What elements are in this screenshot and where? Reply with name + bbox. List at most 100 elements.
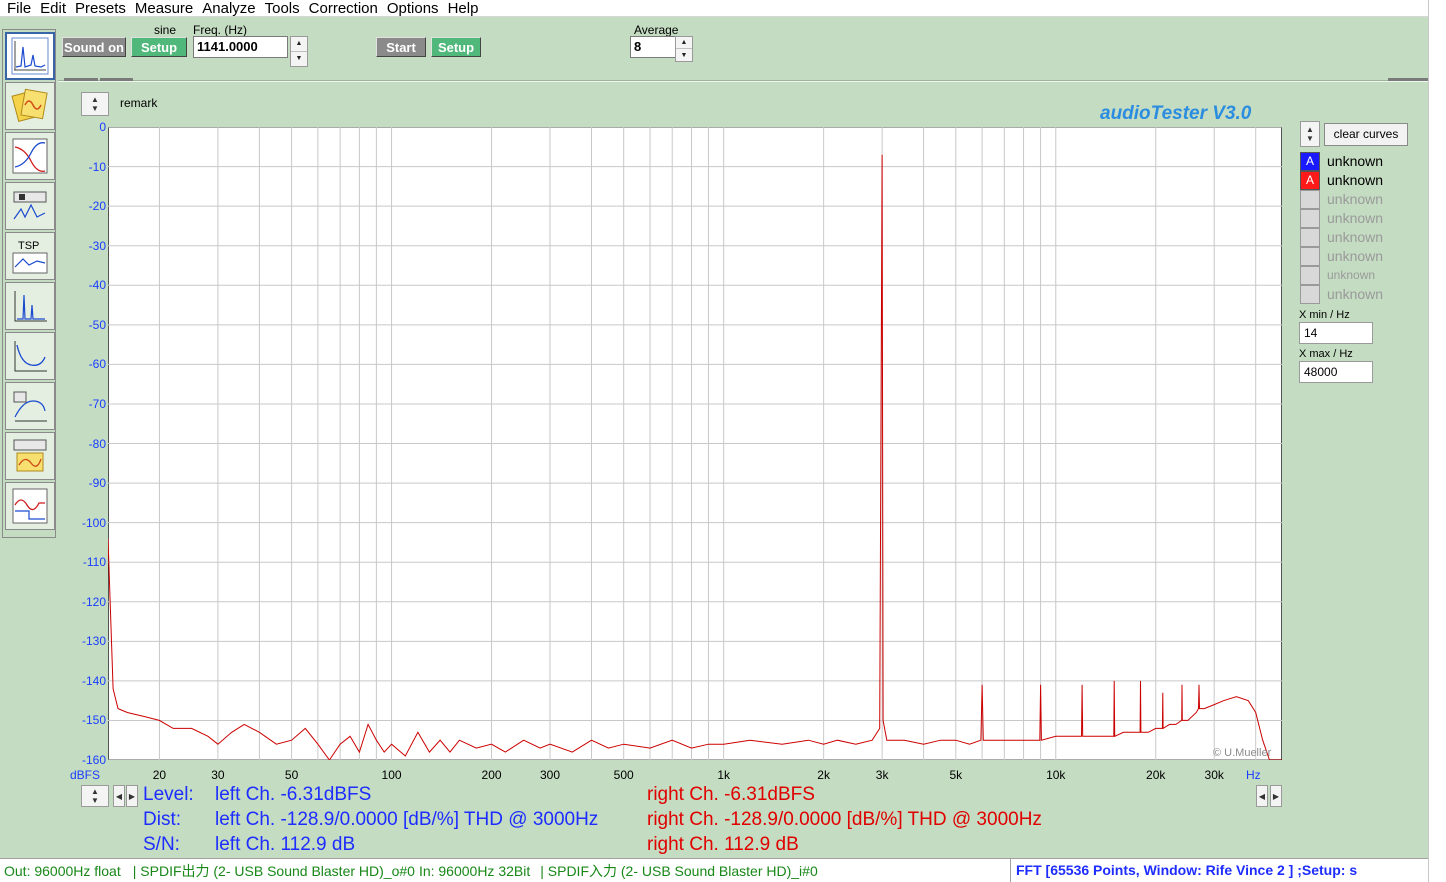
generator-setup-button[interactable]: Setup [131,37,187,57]
curve-color-box[interactable] [1300,209,1320,228]
menu-tools[interactable]: Tools [265,0,300,17]
curve-color-box[interactable] [1300,266,1320,285]
status-input-device: | SPDIF入力 (2- USB Sound Blaster HD)_i#0 [540,862,818,879]
distortion-sweep-tool-button[interactable] [5,332,55,380]
y-tick-label: -40 [88,278,106,293]
spin-down-icon[interactable]: ▼ [676,49,692,61]
spin-up-icon[interactable]: ▲ [291,37,307,52]
curve-list-spinner[interactable]: ▲ ▼ [1300,121,1320,147]
y-tick-label: -110 [82,555,106,570]
step-response-tool-button[interactable] [5,482,55,530]
remark-spinner[interactable]: ▲ ▼ [81,92,109,116]
curve-row[interactable]: unknown [1300,190,1410,209]
menu-bar: File Edit Presets Measure Analyze Tools … [0,0,1428,17]
menu-presets[interactable]: Presets [75,0,126,17]
y-tick-label: -60 [88,357,106,372]
scroll-right-icon[interactable]: ▶ [126,785,138,807]
frequency-input[interactable]: 1141.0000 [193,36,288,58]
spectrum-tool-button[interactable] [5,32,55,80]
level-right-value: right Ch. -6.31dBFS [647,784,815,805]
sound-on-button[interactable]: Sound on [62,37,126,57]
average-input[interactable]: 8 [630,36,676,58]
menu-correction[interactable]: Correction [309,0,378,17]
frequency-label: Freq. (Hz) [193,23,247,37]
curve-row[interactable]: unknown [1300,247,1410,266]
spin-up-icon[interactable]: ▲ [91,787,99,796]
menu-measure[interactable]: Measure [135,0,193,17]
toolbar-splitter-handle[interactable] [64,78,98,81]
curve-color-box[interactable] [1300,247,1320,266]
toolbar-splitter-handle[interactable] [100,78,133,81]
y-tick-label: -100 [81,515,106,530]
menu-file[interactable]: File [7,0,31,17]
curve-row[interactable]: unknown [1300,266,1410,285]
y-tick-label: -20 [88,199,106,214]
average-spinner[interactable]: ▲ ▼ [675,36,693,62]
toolbar-splitter-handle[interactable] [1388,78,1428,81]
curve-row[interactable]: unknown [1300,285,1410,304]
spectrum-plot[interactable] [108,127,1282,760]
impulse-tool-button[interactable] [5,282,55,330]
dist-label: Dist: [143,809,181,830]
generator-tool-button[interactable] [5,82,55,130]
scroll-left-icon[interactable]: ◀ [113,785,125,807]
curve-color-box[interactable]: A [1300,152,1320,171]
spin-up-icon[interactable]: ▲ [676,37,692,49]
spin-down-icon[interactable]: ▼ [291,52,307,67]
frequency-spinner[interactable]: ▲ ▼ [290,36,308,67]
readout-spinner[interactable]: ▲ ▼ [81,785,109,807]
curve-color-box[interactable] [1300,228,1320,247]
curve-row[interactable]: unknown [1300,228,1410,247]
remark-label: remark [120,96,158,110]
start-button[interactable]: Start [376,37,426,57]
spin-up-icon[interactable]: ▲ [1306,125,1314,134]
xmax-input[interactable]: 48000 [1299,361,1373,383]
level-left-value: left Ch. -6.31dBFS [215,784,372,805]
spin-down-icon[interactable]: ▼ [91,796,99,805]
y-tick-label: -10 [88,159,106,174]
analyzer-setup-button[interactable]: Setup [431,37,481,57]
clear-curves-button[interactable]: clear curves [1324,123,1408,146]
speaker-impedance-tool-icon [13,191,47,220]
frequency-response-tool-button[interactable] [5,132,55,180]
spin-down-icon[interactable]: ▼ [1306,134,1314,143]
tsp-tool-button[interactable]: TSP [5,232,55,280]
dist-left-value: left Ch. -128.9/0.0000 [dB/%] THD @ 3000… [215,809,599,830]
xmax-label: X max / Hz [1299,348,1353,360]
y-tick-label: -80 [88,436,106,451]
curve-row[interactable]: Aunknown [1300,152,1410,171]
y-tick-label: -70 [88,396,106,411]
window-edge-strip [1428,0,1446,882]
xmin-input[interactable]: 14 [1299,322,1373,344]
crossover-tool-button[interactable] [5,432,55,480]
signal-type-label: sine [154,23,177,37]
menu-analyze[interactable]: Analyze [202,0,255,17]
curve-label: unknown [1327,191,1384,207]
speaker-response-tool-button[interactable] [5,382,55,430]
curve-row[interactable]: Aunknown [1300,171,1410,190]
curve-color-box[interactable] [1300,190,1320,209]
curve-row[interactable]: unknown [1300,209,1410,228]
status-bar: Out: 96000Hz float | SPDIF出力 (2- USB Sou… [0,858,1428,882]
distortion-sweep-tool-icon [14,341,47,372]
average-label: Average [634,23,679,37]
menu-options[interactable]: Options [387,0,439,17]
curve-color-box[interactable] [1300,285,1320,304]
scroll-right-icon[interactable]: ▶ [1270,785,1282,807]
y-tick-label: -120 [81,594,106,609]
scroll-left-icon[interactable]: ◀ [1256,785,1268,807]
status-output-device: | SPDIF出力 (2- USB Sound Blaster HD)_o#0 [132,862,415,879]
menu-edit[interactable]: Edit [40,0,66,17]
x-tick-label: 30 [211,768,225,782]
curve-color-box[interactable]: A [1300,171,1320,190]
speaker-impedance-tool-button[interactable] [5,182,55,230]
spin-up-icon[interactable]: ▲ [91,95,99,104]
x-tick-label: 5k [949,768,963,782]
generator-tool-icon [11,88,48,123]
status-input-format: In: 96000Hz 32Bit [418,862,531,879]
spin-down-icon[interactable]: ▼ [91,104,99,113]
menu-help[interactable]: Help [448,0,479,17]
status-input-device-text: SPDIF入力 (2- USB Sound Blaster HD)_i#0 [547,862,818,879]
y-tick-label: -50 [88,317,106,332]
x-tick-label: 100 [381,768,402,782]
